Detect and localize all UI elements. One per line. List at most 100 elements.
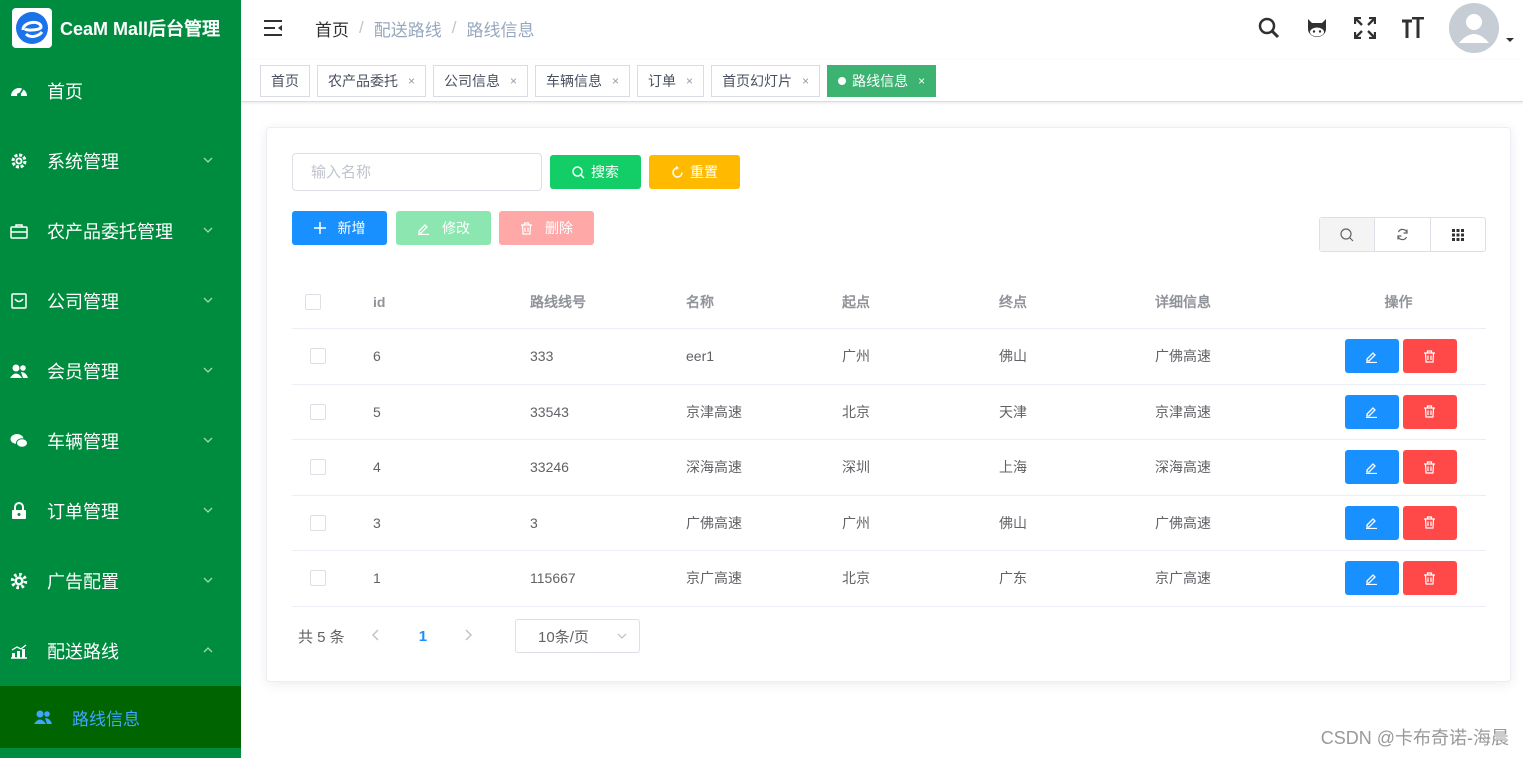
chevron-down-icon (203, 507, 213, 513)
tag-produce[interactable]: 农产品委托 × (317, 64, 427, 97)
page-number[interactable]: 1 (419, 628, 427, 645)
edit-button[interactable]: 修改 (396, 211, 491, 245)
row-select-cell (292, 459, 373, 476)
row-select-cell (292, 403, 373, 420)
row-delete-button[interactable] (1402, 505, 1457, 540)
sidebar-item-label: 公司管理 (47, 292, 119, 312)
row-select-cell (292, 570, 373, 587)
chevron-down-icon (203, 577, 213, 583)
page-size-select[interactable]: 10条/页 (515, 619, 641, 653)
toggle-search-button[interactable] (1320, 218, 1376, 251)
chevron-down-icon (203, 157, 213, 163)
close-icon[interactable]: × (408, 74, 415, 88)
row-checkbox[interactable] (310, 570, 326, 587)
column-header-detail: 详细信息 (1155, 293, 1211, 310)
search-input[interactable] (292, 153, 542, 191)
row-delete-button[interactable] (1402, 561, 1457, 596)
sidebar-item-members[interactable]: 会员管理 (0, 336, 241, 406)
sidebar-item-system[interactable]: 系统管理 (0, 126, 241, 196)
close-icon[interactable]: × (918, 74, 925, 88)
avatar[interactable] (1449, 3, 1499, 53)
caret-down-icon[interactable] (1505, 37, 1515, 43)
wechat-icon (10, 432, 28, 450)
sidebar-item-label: 农产品委托管理 (47, 222, 173, 242)
row-checkbox[interactable] (310, 514, 326, 531)
breadcrumb-home[interactable]: 首页 (315, 16, 349, 41)
next-page-button[interactable] (465, 628, 479, 645)
sidebar-item-vehicles[interactable]: 车辆管理 (0, 406, 241, 476)
columns-button[interactable] (1431, 218, 1485, 251)
column-header-start: 起点 (842, 293, 870, 310)
logo-icon (12, 8, 52, 48)
search-button[interactable]: 搜索 (550, 155, 641, 189)
row-edit-button[interactable] (1344, 505, 1399, 540)
sidebar-subitem-route-info[interactable]: 路线信息 (0, 686, 241, 748)
close-icon[interactable]: × (612, 74, 619, 88)
column-header-end: 终点 (999, 293, 1027, 310)
tag-label: 首页 (271, 72, 299, 89)
fullscreen-icon[interactable] (1353, 16, 1377, 40)
cell-detail: 深海高速 (1155, 459, 1211, 476)
tag-vehicle-info[interactable]: 车辆信息 × (535, 64, 631, 97)
trash-icon (1424, 516, 1435, 529)
row-delete-button[interactable] (1402, 450, 1457, 485)
row-delete-button[interactable] (1402, 394, 1457, 429)
cell-actions (1311, 339, 1486, 374)
sidebar-item-routes[interactable]: 配送路线 (0, 616, 241, 686)
logo-area[interactable]: CeaM Mall后台管理 (0, 0, 241, 56)
sidebar-item-home[interactable]: 首页 (0, 56, 241, 126)
cell-start: 深圳 (842, 459, 870, 476)
chevron-up-icon (203, 647, 213, 653)
refresh-table-button[interactable] (1375, 218, 1431, 251)
tag-label: 公司信息 (444, 72, 501, 89)
chevron-down-icon (203, 367, 213, 373)
sidebar: CeaM Mall后台管理 首页 系统管理 农产品委托管理 公司管理 会员管理 … (0, 0, 241, 758)
sidebar-item-company[interactable]: 公司管理 (0, 266, 241, 336)
cell-end: 广东 (999, 570, 1027, 587)
tag-home[interactable]: 首页 (260, 64, 310, 97)
sidebar-item-produce[interactable]: 农产品委托管理 (0, 196, 241, 266)
row-edit-button[interactable] (1344, 339, 1399, 374)
row-checkbox[interactable] (310, 348, 326, 365)
routes-table: id 路线线号 名称 起点 终点 详细信息 操作 6 333 eer1 广州 佛… (292, 275, 1486, 607)
prev-page-button[interactable] (371, 628, 385, 645)
page-size-value: 10条/页 (538, 628, 589, 646)
add-button[interactable]: 新增 (292, 211, 387, 245)
trash-icon (1424, 572, 1435, 585)
edit-icon (1366, 407, 1377, 419)
reset-button[interactable]: 重置 (649, 155, 740, 189)
select-all-checkbox[interactable] (305, 293, 321, 310)
tag-orders[interactable]: 订单 × (637, 64, 705, 97)
row-edit-button[interactable] (1344, 394, 1399, 429)
row-select-cell (292, 348, 373, 365)
tag-label: 首页幻灯片 (722, 72, 793, 89)
cell-actions (1311, 450, 1486, 485)
tag-slideshow[interactable]: 首页幻灯片 × (711, 64, 821, 97)
tag-route-info[interactable]: 路线信息 × (827, 64, 937, 97)
close-icon[interactable]: × (510, 74, 517, 88)
table-row: 5 33543 京津高速 北京 天津 京津高速 (292, 385, 1486, 440)
font-size-icon[interactable] (1401, 16, 1425, 40)
github-icon[interactable] (1305, 16, 1329, 40)
breadcrumb: 首页 / 配送路线 / 路线信息 (315, 16, 534, 41)
refresh-icon (1397, 228, 1408, 241)
cell-end: 佛山 (999, 348, 1027, 365)
chevron-down-icon (203, 297, 213, 303)
sidebar-item-orders[interactable]: 订单管理 (0, 476, 241, 546)
tray-icon (10, 292, 28, 310)
delete-button[interactable]: 删除 (499, 211, 594, 245)
hamburger-icon[interactable] (263, 19, 283, 37)
close-icon[interactable]: × (686, 74, 693, 88)
tag-company-info[interactable]: 公司信息 × (433, 64, 529, 97)
row-delete-button[interactable] (1402, 339, 1457, 374)
cell-end: 上海 (999, 459, 1027, 476)
cell-name: eer1 (686, 348, 715, 365)
row-edit-button[interactable] (1344, 561, 1399, 596)
close-icon[interactable]: × (802, 74, 809, 88)
row-edit-button[interactable] (1344, 450, 1399, 485)
row-checkbox[interactable] (310, 459, 326, 476)
search-icon[interactable] (1257, 16, 1281, 40)
row-checkbox[interactable] (310, 403, 326, 420)
sidebar-item-ads[interactable]: 广告配置 (0, 546, 241, 616)
sidebar-item-label: 订单管理 (47, 502, 119, 522)
